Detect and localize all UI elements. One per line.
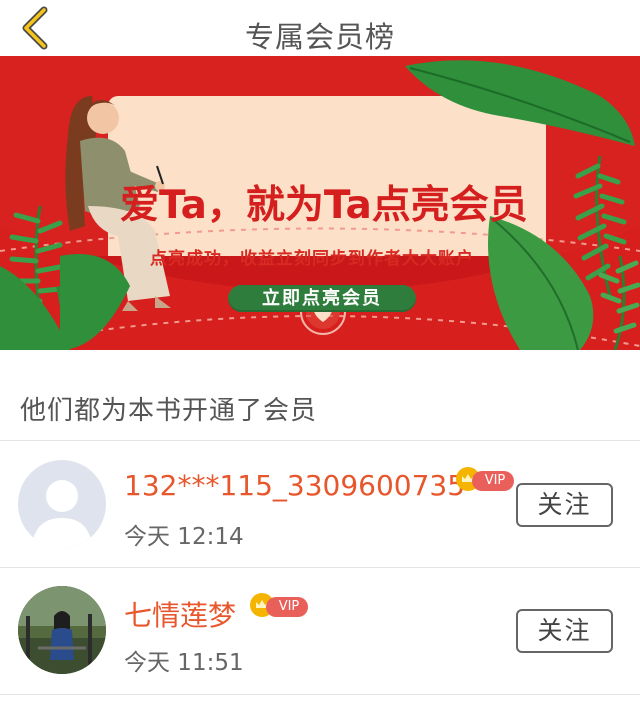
default-avatar-icon[interactable]: [18, 460, 106, 548]
member-name[interactable]: 七情莲梦: [124, 594, 236, 634]
divider: [0, 694, 640, 695]
photo-avatar[interactable]: [18, 586, 106, 674]
vip-badge: VIP: [456, 467, 516, 491]
member-time: 今天 12:14: [124, 524, 244, 550]
member-row[interactable]: 132***115_3309600735 VIP 今天 12:14 关注: [0, 441, 640, 567]
vip-label: VIP: [266, 597, 308, 617]
vip-label: VIP: [472, 471, 514, 491]
banner-subtitle: 点亮成功，收益立刻同步到作者大大账户: [150, 249, 474, 269]
banner-title: 爱Ta，就为Ta点亮会员: [120, 183, 528, 228]
page-title: 专属会员榜: [244, 20, 395, 54]
promo-banner[interactable]: 爱Ta，就为Ta点亮会员 点亮成功，收益立刻同步到作者大大账户 立即点亮会员: [0, 56, 640, 350]
section-title: 他们都为本书开通了会员: [20, 396, 318, 426]
member-name[interactable]: 132***115_3309600735: [124, 469, 465, 502]
top-bar: 专属会员榜: [0, 0, 640, 56]
member-time: 今天 11:51: [124, 650, 244, 676]
follow-button[interactable]: 关注: [516, 609, 613, 653]
member-row[interactable]: 七情莲梦 VIP 今天 11:51 关注: [0, 568, 640, 694]
follow-button[interactable]: 关注: [516, 483, 613, 527]
light-up-membership-button[interactable]: 立即点亮会员: [228, 285, 416, 312]
vip-badge: VIP: [250, 593, 310, 617]
